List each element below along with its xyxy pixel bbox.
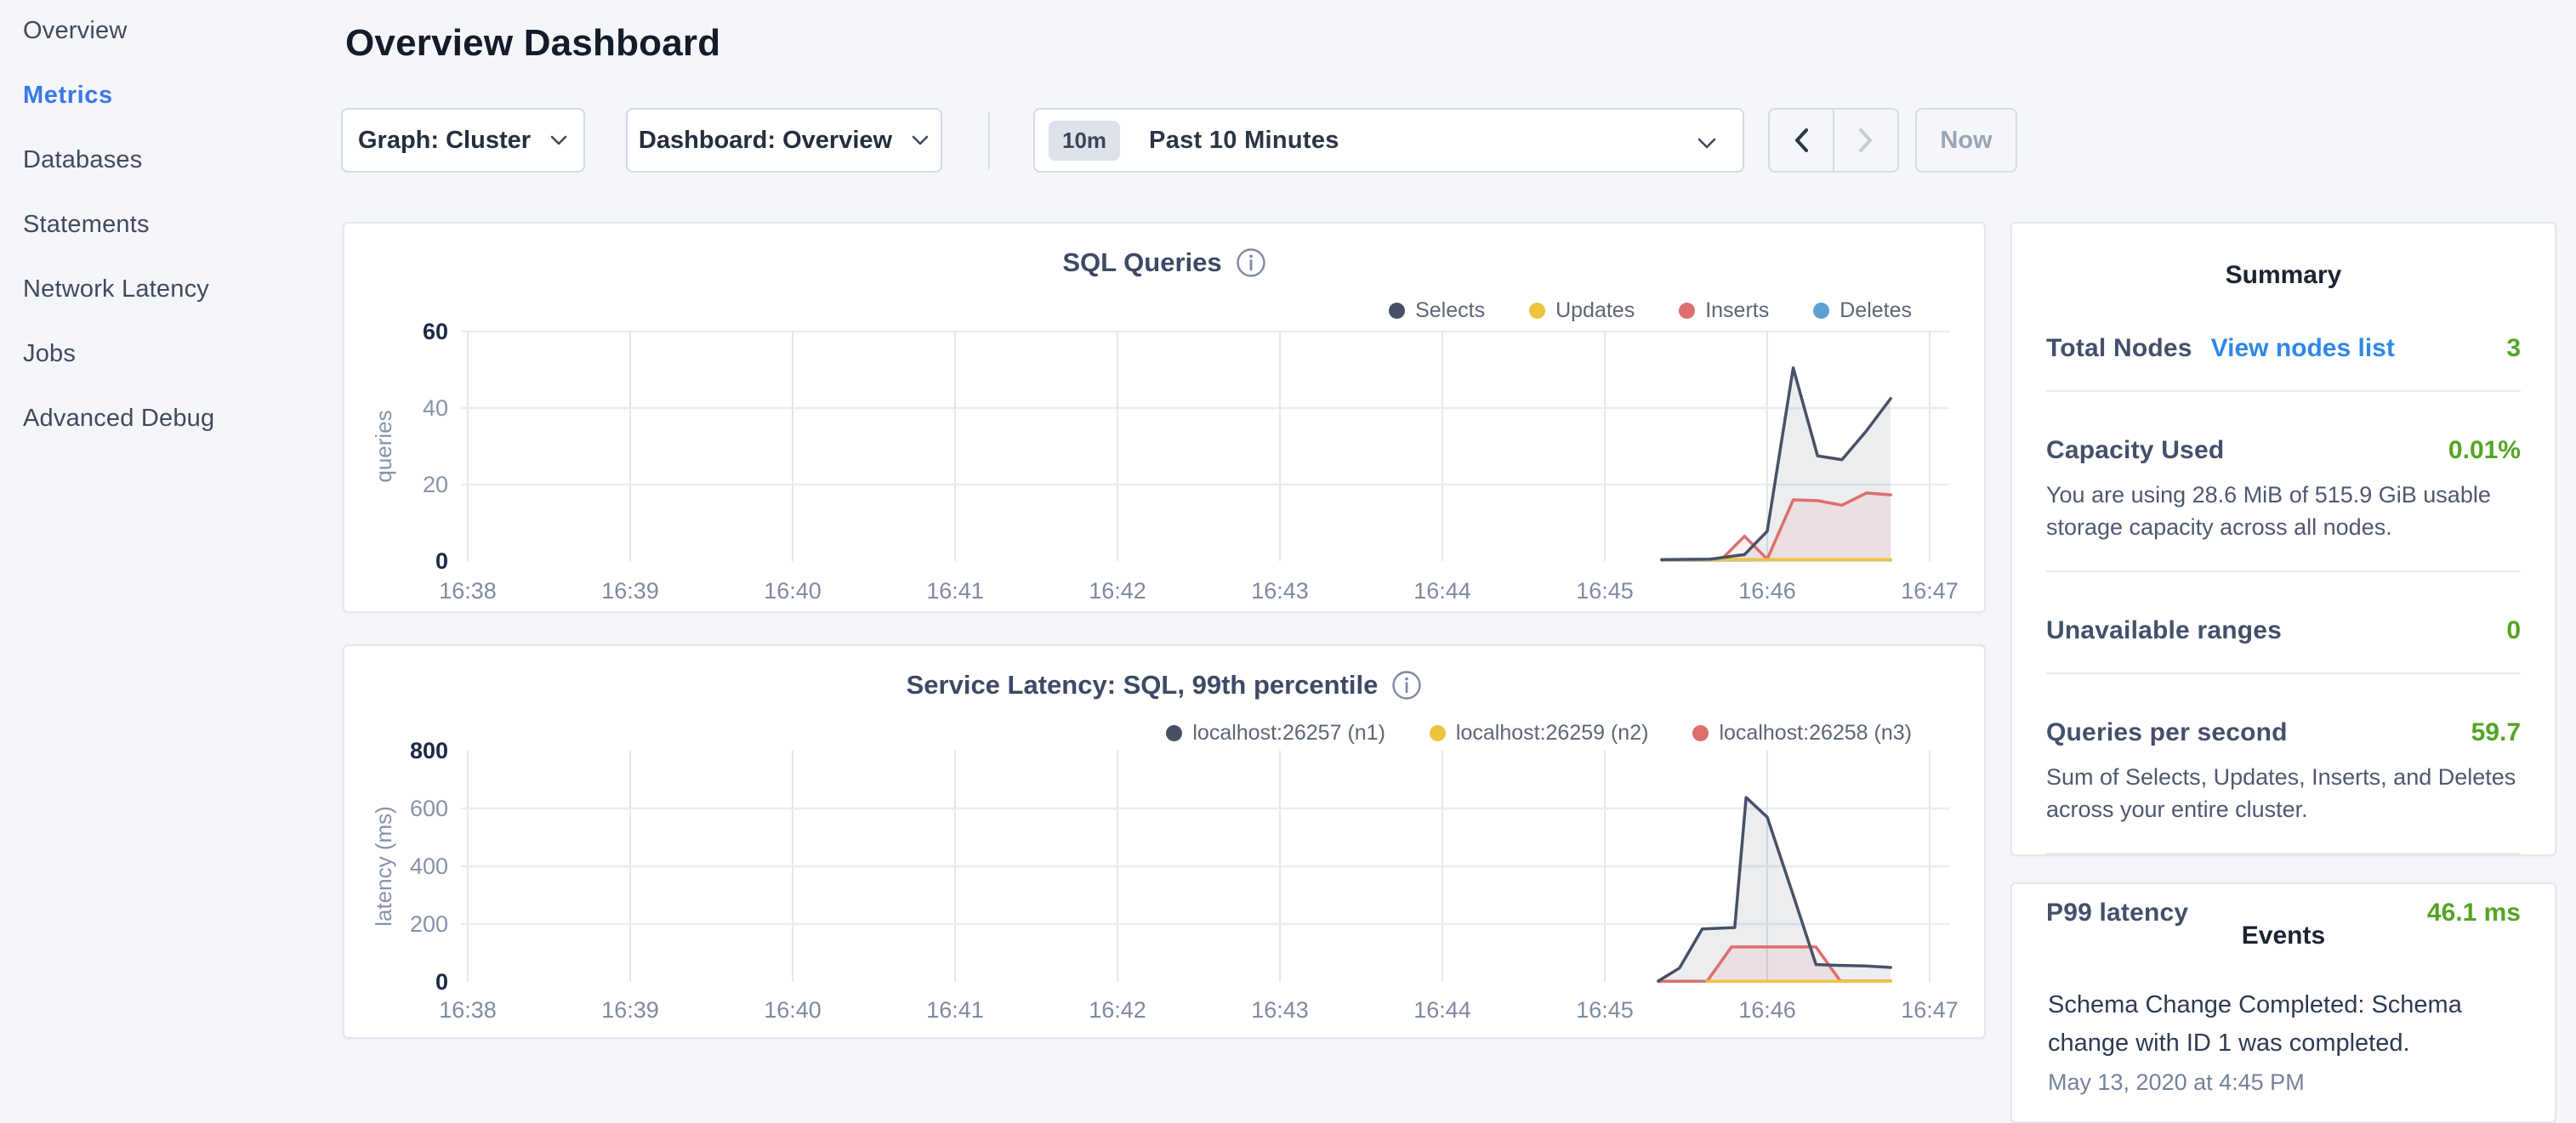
summary-row: Unavailable ranges 0: [2046, 616, 2521, 645]
chart-plot: 0 20 40 60 queries 16:38 16:39 16:40 16:41 16:42 1…: [344, 224, 1987, 615]
svg-text:16:40: 16:40: [764, 997, 822, 1023]
service-latency-chart-card: Service Latency: SQL, 99th percentile lo…: [343, 644, 1986, 1039]
svg-text:16:38: 16:38: [439, 997, 497, 1023]
chevron-down-icon: [1697, 137, 1717, 150]
time-range-label: Past 10 Minutes: [1149, 127, 1339, 155]
sidebar-item-advanced-debug[interactable]: Advanced Debug: [23, 405, 329, 433]
chevron-down-icon: [911, 134, 930, 146]
time-next-button[interactable]: [1834, 108, 1899, 173]
sidebar: Overview Metrics Databases Statements Networ…: [23, 17, 329, 469]
summary-row-label: Unavailable ranges: [2046, 616, 2282, 645]
summary-row-note: Sum of Selects, Updates, Inserts, and De…: [2046, 761, 2521, 825]
svg-text:600: 600: [410, 796, 448, 821]
summary-row-value: 46.1 ms: [2427, 899, 2521, 927]
time-range-badge: 10m: [1049, 121, 1120, 161]
divider: [2046, 570, 2521, 572]
svg-text:200: 200: [410, 911, 448, 937]
svg-text:queries: queries: [371, 410, 396, 482]
summary-row: Queries per second 59.7: [2046, 718, 2521, 747]
chevron-right-icon: [1858, 128, 1874, 153]
svg-text:16:44: 16:44: [1413, 997, 1471, 1023]
svg-text:16:41: 16:41: [926, 997, 984, 1023]
chevron-left-icon: [1794, 128, 1809, 153]
sidebar-item-databases[interactable]: Databases: [23, 146, 329, 174]
summary-row-value: 3: [2506, 334, 2521, 363]
svg-text:20: 20: [423, 472, 448, 497]
svg-text:0: 0: [435, 969, 448, 995]
time-prev-button[interactable]: [1768, 108, 1834, 173]
chevron-down-icon: [549, 134, 568, 146]
summary-panel: Summary Total Nodes View nodes list 3 Capac…: [2010, 222, 2556, 856]
svg-text:16:44: 16:44: [1413, 578, 1471, 604]
summary-row-label: Capacity Used: [2046, 436, 2224, 465]
right-column: Summary Total Nodes View nodes list 3 Capac…: [2010, 222, 2556, 1123]
graph-dropdown[interactable]: Graph: Cluster: [341, 108, 585, 173]
svg-text:16:46: 16:46: [1738, 997, 1796, 1023]
svg-text:16:42: 16:42: [1089, 578, 1146, 604]
svg-text:16:39: 16:39: [601, 997, 659, 1023]
svg-text:16:47: 16:47: [1901, 578, 1959, 604]
divider: [2046, 672, 2521, 674]
svg-text:16:43: 16:43: [1251, 578, 1309, 604]
event-timestamp: May 13, 2020 at 4:45 PM: [2048, 1069, 2519, 1096]
controls-divider: [988, 111, 990, 169]
sidebar-item-jobs[interactable]: Jobs: [23, 340, 329, 368]
divider: [2046, 853, 2521, 854]
summary-row: Capacity Used 0.01%: [2046, 436, 2521, 465]
svg-text:16:41: 16:41: [926, 578, 984, 604]
graph-dropdown-label: Graph: Cluster: [358, 127, 531, 155]
summary-row-label: Total Nodes: [2046, 334, 2192, 363]
svg-text:16:45: 16:45: [1576, 578, 1634, 604]
time-step-buttons: [1768, 108, 1899, 173]
svg-text:latency (ms): latency (ms): [371, 806, 396, 927]
dashboard-dropdown-label: Dashboard: Overview: [639, 127, 892, 155]
charts-column: SQL Queries SelectsUpdatesInsertsDeletes…: [343, 222, 1986, 1039]
summary-row-value: 59.7: [2471, 718, 2521, 747]
sidebar-item-metrics[interactable]: Metrics: [23, 82, 329, 110]
sidebar-item-overview[interactable]: Overview: [23, 17, 329, 45]
svg-text:16:45: 16:45: [1576, 997, 1634, 1023]
now-button[interactable]: Now: [1915, 108, 2017, 173]
sidebar-item-statements[interactable]: Statements: [23, 211, 329, 239]
summary-row-value: 0: [2506, 616, 2521, 645]
summary-title: Summary: [2046, 224, 2521, 290]
event-message: Schema Change Completed: Schema change w…: [2048, 986, 2519, 1063]
svg-text:16:43: 16:43: [1251, 997, 1309, 1023]
svg-text:800: 800: [410, 738, 448, 763]
svg-text:400: 400: [410, 854, 448, 879]
summary-row: Total Nodes View nodes list 3: [2046, 334, 2521, 363]
sql-queries-chart-card: SQL Queries SelectsUpdatesInsertsDeletes…: [343, 222, 1986, 613]
svg-text:16:40: 16:40: [764, 578, 822, 604]
controls-row: Graph: Cluster Dashboard: Overview 10m P…: [341, 108, 2212, 173]
summary-row-value: 0.01%: [2448, 436, 2521, 465]
dashboard-dropdown[interactable]: Dashboard: Overview: [626, 108, 942, 173]
divider: [2046, 390, 2521, 392]
summary-row-note: You are using 28.6 MiB of 515.9 GiB usab…: [2046, 479, 2521, 543]
summary-row-label: Queries per second: [2046, 718, 2288, 747]
svg-text:16:39: 16:39: [601, 578, 659, 604]
svg-text:16:42: 16:42: [1089, 997, 1146, 1023]
time-range-selector[interactable]: 10m Past 10 Minutes: [1033, 108, 1744, 173]
svg-text:40: 40: [423, 395, 448, 421]
page-title: Overview Dashboard: [345, 22, 720, 65]
summary-row-label: P99 latency: [2046, 899, 2188, 927]
svg-text:16:38: 16:38: [439, 578, 497, 604]
svg-text:0: 0: [435, 548, 448, 574]
svg-text:16:47: 16:47: [1901, 997, 1959, 1023]
svg-text:16:46: 16:46: [1738, 578, 1796, 604]
chart-plot: 0 200 400 600 800 latency (ms) 16:38 16:39 16:40…: [344, 646, 1987, 1041]
view-nodes-list-link[interactable]: View nodes list: [2211, 334, 2395, 363]
svg-text:60: 60: [423, 319, 448, 344]
sidebar-item-network-latency[interactable]: Network Latency: [23, 275, 329, 303]
